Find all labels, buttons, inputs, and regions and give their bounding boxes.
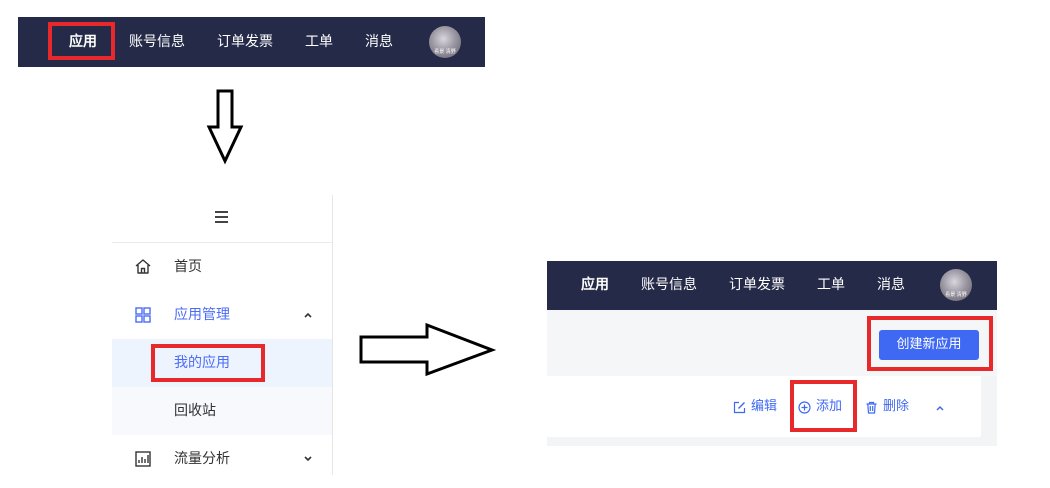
- down-arrow-icon: [206, 89, 244, 165]
- hamburger-icon[interactable]: [215, 209, 229, 223]
- chevron-up-icon[interactable]: [302, 309, 314, 321]
- edit-label: 编辑: [751, 399, 778, 414]
- edit-icon: [733, 401, 746, 414]
- nav-item-account[interactable]: 账号信息: [129, 17, 185, 67]
- app-card: 编辑 添加 删除: [547, 376, 981, 446]
- delete-label: 删除: [883, 399, 910, 414]
- card-divider: [547, 437, 981, 446]
- chevron-up-icon[interactable]: [934, 402, 946, 414]
- sidebar-item-recycle-bin[interactable]: 回收站: [112, 387, 332, 435]
- nav-item-orders[interactable]: 订单发票: [729, 261, 785, 310]
- plus-circle-icon: [798, 401, 811, 414]
- chevron-down-icon[interactable]: [302, 453, 314, 465]
- home-icon: [135, 259, 151, 274]
- trash-icon: [866, 401, 877, 414]
- grid-icon: [135, 307, 151, 323]
- card-scroll-edge: [981, 376, 997, 446]
- avatar-caption: 看景 清野: [434, 49, 456, 55]
- top-navbar-secondary: 应用 账号信息 订单发票 工单 消息 看景 清野: [547, 261, 997, 310]
- sidebar-item-app-management[interactable]: 应用管理: [112, 291, 332, 339]
- nav-item-apps[interactable]: 应用: [69, 17, 97, 67]
- avatar[interactable]: 看景 清野: [429, 26, 461, 58]
- sidebar-item-my-apps[interactable]: 我的应用: [112, 339, 332, 387]
- sidebar-item-label: 流量分析: [174, 451, 230, 467]
- nav-item-messages[interactable]: 消息: [365, 17, 393, 67]
- sidebar-item-home[interactable]: 首页: [112, 243, 332, 291]
- right-arrow-icon: [359, 322, 497, 377]
- sidebar-item-label: 我的应用: [174, 355, 230, 371]
- nav-item-tickets[interactable]: 工单: [305, 17, 333, 67]
- nav-item-apps[interactable]: 应用: [581, 261, 609, 310]
- nav-item-tickets[interactable]: 工单: [817, 261, 845, 310]
- sidebar-item-label: 首页: [174, 259, 202, 275]
- nav-item-messages[interactable]: 消息: [877, 261, 905, 310]
- sidebar: 首页 应用管理 我的应用 回收站 流量分析: [112, 195, 333, 475]
- avatar[interactable]: 看景 清野: [940, 269, 972, 301]
- top-navbar: 应用 账号信息 订单发票 工单 消息 看景 清野: [18, 17, 485, 67]
- create-app-button[interactable]: 创建新应用: [879, 330, 979, 360]
- page-toolbar: 创建新应用: [547, 310, 997, 376]
- chart-icon: [135, 451, 151, 467]
- sidebar-item-label: 应用管理: [174, 307, 230, 323]
- avatar-caption: 看景 清野: [945, 292, 967, 298]
- add-label: 添加: [816, 399, 843, 414]
- nav-item-orders[interactable]: 订单发票: [217, 17, 273, 67]
- sidebar-item-traffic-analysis[interactable]: 流量分析: [112, 435, 332, 483]
- sidebar-item-label: 回收站: [174, 403, 216, 419]
- nav-item-account[interactable]: 账号信息: [641, 261, 697, 310]
